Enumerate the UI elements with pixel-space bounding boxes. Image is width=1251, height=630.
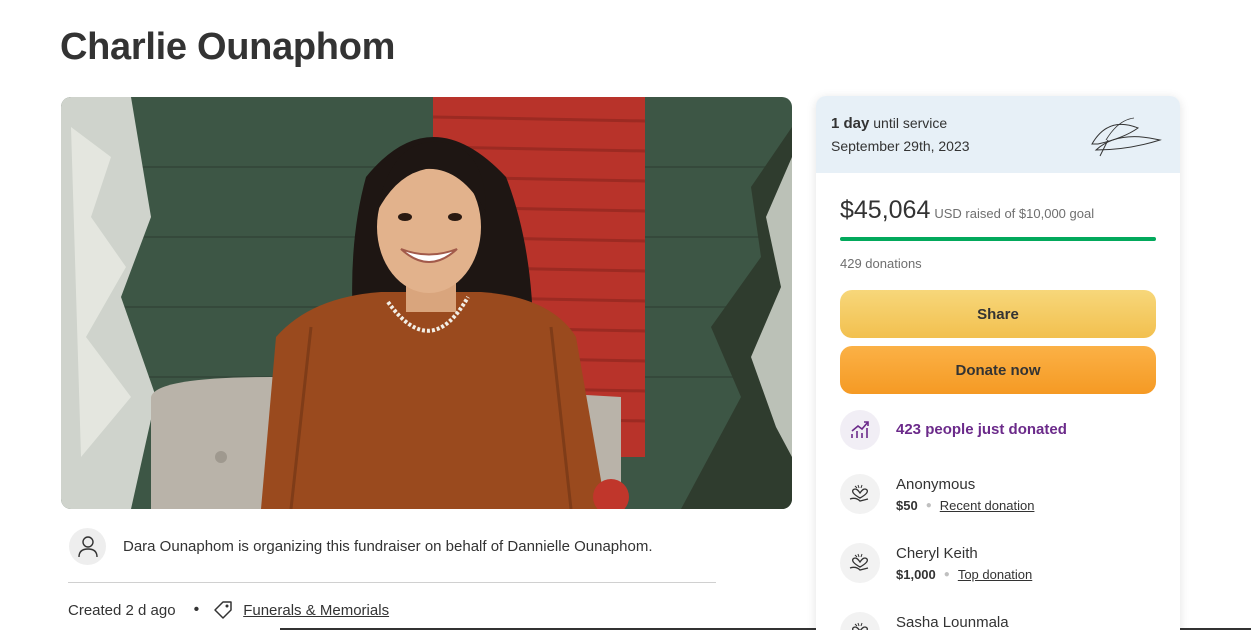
service-banner: 1 day until service September 29th, 2023 bbox=[816, 96, 1180, 173]
tag-icon bbox=[214, 601, 232, 619]
donor-amount: $1,000 bbox=[896, 567, 936, 582]
organizer-text: Dara Ounaphom is organizing this fundrai… bbox=[123, 538, 653, 555]
service-date: September 29th, 2023 bbox=[831, 138, 970, 154]
progress-fill bbox=[840, 237, 1156, 241]
donor-badge bbox=[840, 543, 880, 583]
donate-button[interactable]: Donate now bbox=[840, 346, 1156, 394]
donor-badge bbox=[840, 474, 880, 514]
top-donation-link[interactable]: Top donation bbox=[958, 567, 1032, 582]
user-icon bbox=[77, 535, 98, 557]
donor-details: $1,000 ● Top donation bbox=[896, 567, 1032, 582]
raised-amount: $45,064 bbox=[840, 196, 931, 224]
donor-item: Anonymous $50 ● Recent donation bbox=[840, 474, 1160, 516]
meta-separator: • bbox=[193, 601, 200, 618]
donor-name: Cheryl Keith bbox=[896, 545, 978, 562]
donor-details: $50 ● Recent donation bbox=[896, 498, 1034, 513]
amount-raised: $45,064 USD raised of $10,000 goal bbox=[840, 196, 1094, 225]
campaign-photo bbox=[61, 97, 792, 509]
service-days: 1 day bbox=[831, 115, 870, 132]
organizer-avatar bbox=[69, 528, 106, 565]
campaign-meta: Created 2 d ago • Funerals & Memorials bbox=[68, 598, 389, 622]
page-title: Charlie Ounaphom bbox=[60, 26, 396, 68]
dot-separator: ● bbox=[943, 569, 950, 580]
donation-count: 429 donations bbox=[840, 256, 922, 271]
service-countdown: 1 day until service bbox=[831, 115, 947, 132]
share-button[interactable]: Share bbox=[840, 290, 1156, 338]
trending-text: 423 people just donated bbox=[896, 421, 1067, 438]
progress-bar bbox=[840, 237, 1156, 241]
donor-item: Cheryl Keith $1,000 ● Top donation bbox=[840, 543, 1160, 585]
trending-badge bbox=[840, 410, 880, 450]
organizer-info: Dara Ounaphom is organizing this fundrai… bbox=[68, 527, 716, 583]
donor-badge bbox=[840, 612, 880, 630]
service-days-suffix: until service bbox=[869, 115, 948, 131]
donor-amount: $50 bbox=[896, 498, 918, 513]
created-date: Created 2 d ago bbox=[68, 601, 176, 619]
recent-donation-link[interactable]: Recent donation bbox=[940, 498, 1035, 513]
heart-hand-icon bbox=[849, 553, 869, 571]
trending-donations: 423 people just donated bbox=[840, 410, 1160, 452]
donation-card: 1 day until service September 29th, 2023… bbox=[816, 96, 1180, 630]
donor-item: Sasha Lounmala bbox=[840, 612, 1160, 630]
trending-up-icon bbox=[851, 421, 869, 438]
donor-name: Anonymous bbox=[896, 476, 976, 493]
heart-hand-icon bbox=[849, 484, 869, 502]
category-link[interactable]: Funerals & Memorials bbox=[243, 602, 389, 619]
heart-hand-icon bbox=[852, 622, 868, 630]
goal-text: USD raised of $10,000 goal bbox=[934, 206, 1095, 221]
donor-name: Sasha Lounmala bbox=[896, 614, 1009, 630]
dot-separator: ● bbox=[925, 500, 932, 511]
memorial-flower-icon bbox=[1091, 117, 1162, 157]
